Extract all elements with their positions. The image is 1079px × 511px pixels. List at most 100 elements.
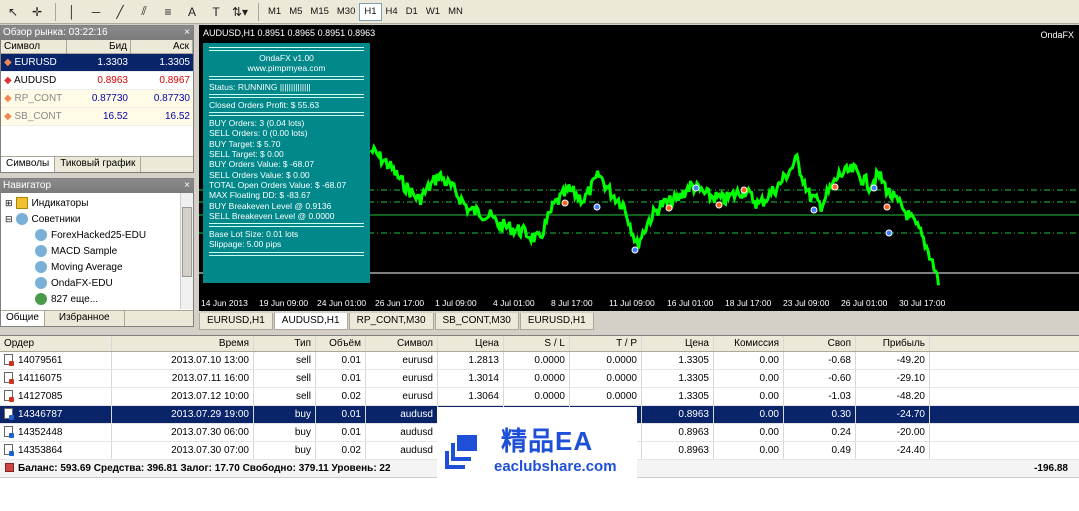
timeframe-m15[interactable]: M15 [306,3,332,21]
chart-tab-active[interactable]: AUDUSD,H1 [273,313,348,330]
nav-ea-moving-average[interactable]: Moving Average [1,259,193,275]
order-marker [593,203,601,211]
globe-icon [35,293,47,305]
market-row-eurusd[interactable]: ◆ EURUSD 1.3303 1.3305 [1,54,193,72]
order-cell: 2013.07.30 07:00 [112,442,254,459]
market-watch-panel: Обзор рынка: 03:22:16 × Символ Бид Аск ◆ … [0,25,194,173]
order-cell: 0.8963 [642,406,714,423]
tab-symbols[interactable]: Символы [1,157,56,172]
order-marker [870,184,878,192]
tab-common[interactable]: Общие [1,311,45,326]
channel-icon[interactable]: ⫽ [133,2,155,22]
column-time[interactable]: Время [112,336,254,351]
vertical-line-icon[interactable]: │ [61,2,83,22]
nav-ea-ondafx[interactable]: OndaFX-EDU [1,275,193,291]
market-row-audusd[interactable]: ◆ AUDUSD 0.8963 0.8967 [1,72,193,90]
close-icon[interactable]: × [184,26,190,40]
order-row[interactable]: 14079561 2013.07.10 13:00 sell 0.01 eurusd 1.… [0,352,1079,370]
order-marker [885,229,893,237]
column-bid[interactable]: Бид [67,40,131,54]
order-cell: 14346787 [0,406,112,423]
column-type[interactable]: Тип [254,336,316,351]
order-cell: 1.3305 [642,352,714,369]
column-price[interactable]: Цена [642,336,714,351]
timeframe-d1[interactable]: D1 [402,3,422,21]
tab-tick-chart[interactable]: Тиковый график [55,157,142,172]
nav-expert-advisors[interactable]: ⊟ Советники [1,211,193,227]
column-volume[interactable]: Объём [316,336,366,351]
horizontal-line-icon[interactable]: ─ [85,2,107,22]
order-marker [740,186,748,194]
order-cell: 0.00 [714,352,784,369]
navigator-scrollbar[interactable] [180,193,193,309]
arrows-icon[interactable]: ⇅▾ [229,2,251,22]
market-row-sb-cont[interactable]: ◆ SB_CONT 16.52 16.52 [1,108,193,126]
order-marker [883,203,891,211]
expert-icon [15,213,28,225]
fibonacci-icon[interactable]: ≡ [157,2,179,22]
timeframe-h1[interactable]: H1 [359,2,382,21]
column-commission[interactable]: Комиссия [714,336,784,351]
collapse-icon[interactable]: ⊟ [5,214,13,225]
orders-table-header: Ордер Время Тип Объём Символ Цена S / L … [0,336,1079,352]
chart-tab[interactable]: EURUSD,H1 [199,313,273,330]
timeframe-m5[interactable]: M5 [285,3,306,21]
order-row[interactable]: 14127085 2013.07.12 10:00 sell 0.02 eurusd 1.… [0,388,1079,406]
column-symbol[interactable]: Символ [1,40,67,54]
nav-more[interactable]: 827 еще... [1,291,193,307]
timeframe-h4[interactable]: H4 [382,3,402,21]
trendline-icon[interactable]: ╱ [109,2,131,22]
chart-tab[interactable]: SB_CONT,M30 [434,313,519,330]
order-cell: 0.00 [714,424,784,441]
timeframe-w1[interactable]: W1 [422,3,444,21]
indicators-icon [15,197,28,209]
expert-icon [35,229,47,241]
column-swap[interactable]: Своп [784,336,856,351]
column-order[interactable]: Ордер [0,336,112,351]
column-symbol[interactable]: Символ [366,336,438,351]
order-row[interactable]: 14116075 2013.07.11 16:00 sell 0.01 eurusd 1.… [0,370,1079,388]
price-chart[interactable]: AUDUSD,H1 0.8951 0.8965 0.8951 0.8963 On… [199,25,1079,311]
column-profit[interactable]: Прибыль [856,336,930,351]
order-cell: sell [254,352,316,369]
order-cell: eurusd [366,370,438,387]
close-icon[interactable]: × [184,179,190,193]
time-label: 26 Jun 17:00 [375,298,425,308]
watermark-url: eaclubshare.com [494,458,617,475]
expand-icon[interactable]: ⊞ [5,198,13,209]
toolbar-divider [55,2,56,21]
watermark-logo: 精品EA eaclubshare.com [437,407,637,481]
order-cell: 0.0000 [504,352,570,369]
crosshair-icon[interactable]: ✛ [26,2,48,22]
order-cell: 14353864 [0,442,112,459]
chart-tab[interactable]: RP_CONT,M30 [348,313,434,330]
column-ask[interactable]: Аск [131,40,193,54]
order-cell: 2013.07.29 19:00 [112,406,254,423]
order-cell: sell [254,388,316,405]
chart-tab[interactable]: EURUSD,H1 [519,313,594,330]
diamond-icon: ◆ [4,75,12,86]
column-sl[interactable]: S / L [504,336,570,351]
market-row-rp-cont[interactable]: ◆ RP_CONT 0.87730 0.87730 [1,90,193,108]
diamond-icon: ◆ [4,111,12,122]
timeframe-m30[interactable]: M30 [333,3,359,21]
chart-tabs: EURUSD,H1 AUDUSD,H1 RP_CONT,M30 SB_CONT,… [199,313,1079,330]
time-label: 1 Jul 09:00 [435,298,477,308]
order-cell: -24.70 [856,406,930,423]
timeframe-mn[interactable]: MN [444,3,467,21]
tab-favorites[interactable]: Избранное [45,311,125,326]
order-cell: sell [254,370,316,387]
nav-indicators[interactable]: ⊞ Индикаторы [1,195,193,211]
order-cell: audusd [366,442,438,459]
nav-ea-forexhacked[interactable]: ForexHacked25-EDU [1,227,193,243]
cursor-icon[interactable]: ↖ [2,2,24,22]
text-icon[interactable]: A [181,2,203,22]
order-cell: -29.10 [856,370,930,387]
timeframe-m1[interactable]: M1 [264,3,285,21]
nav-ea-macd-sample[interactable]: MACD Sample [1,243,193,259]
column-open-price[interactable]: Цена [438,336,504,351]
time-label: 24 Jun 01:00 [317,298,367,308]
text-label-icon[interactable]: T [205,2,227,22]
column-tp[interactable]: T / P [570,336,642,351]
time-label: 11 Jul 09:00 [609,298,655,308]
